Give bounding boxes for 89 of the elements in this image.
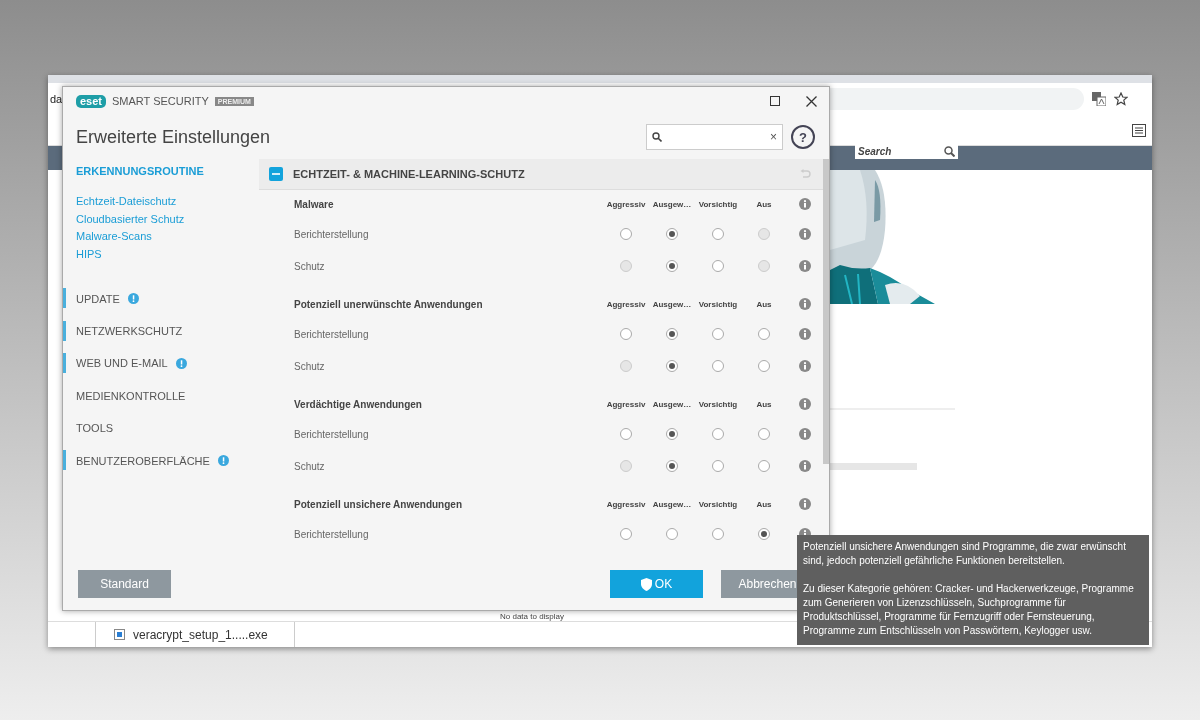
column-header: Ausgew… [652, 199, 692, 209]
group-title: Potenziell unerwünschte Anwendungen [294, 298, 483, 310]
maximize-icon[interactable] [770, 96, 780, 106]
info-icon[interactable] [799, 298, 811, 310]
sidebar-item[interactable]: WEB UND E-MAIL [76, 357, 168, 370]
column-header: Aggressiv [606, 299, 646, 309]
setting-label: Berichterstellung [294, 227, 370, 242]
radio-button[interactable] [666, 460, 678, 472]
status-text: No data to display [500, 612, 565, 621]
column-header: Aus [756, 399, 772, 409]
radio-button[interactable] [666, 328, 678, 340]
info-icon[interactable] [799, 360, 811, 372]
radio-button[interactable] [620, 228, 632, 240]
column-header: Vorsichtig [698, 199, 738, 209]
undo-icon[interactable] [800, 169, 811, 179]
sidebar-item[interactable]: UPDATE [76, 292, 120, 305]
radio-button[interactable] [712, 228, 724, 240]
info-icon[interactable] [799, 398, 811, 410]
info-icon[interactable] [799, 460, 811, 472]
radio-button[interactable] [758, 360, 770, 372]
info-icon[interactable] [799, 428, 811, 440]
radio-button[interactable] [712, 460, 724, 472]
radio-button[interactable] [712, 428, 724, 440]
group-title: Verdächtige Anwendungen [294, 398, 422, 410]
column-header: Ausgew… [652, 499, 692, 509]
column-header: Vorsichtig [698, 299, 738, 309]
column-header: Vorsichtig [698, 399, 738, 409]
help-button[interactable]: ? [791, 125, 815, 149]
dialog-title: Erweiterte Einstellungen [76, 126, 272, 148]
group-title: Potenziell unsichere Anwendungen [294, 498, 462, 510]
translate-icon[interactable] [1092, 92, 1106, 106]
file-icon [114, 629, 125, 640]
radio-button[interactable] [620, 528, 632, 540]
group-title: Malware [294, 198, 334, 210]
setting-label: Schutz [294, 259, 326, 274]
section-title: ECHTZEIT- & MACHINE-LEARNING-SCHUTZ [293, 168, 526, 180]
radio-button[interactable] [758, 428, 770, 440]
column-header: Aus [756, 299, 772, 309]
column-header: Aus [756, 499, 772, 509]
radio-button[interactable] [758, 460, 770, 472]
search-field[interactable]: × [646, 124, 783, 150]
radio-button[interactable] [620, 328, 632, 340]
setting-label: Schutz [294, 359, 326, 374]
radio-button[interactable] [712, 260, 724, 272]
sidebar-item[interactable]: BENUTZEROBERFLÄCHE [76, 454, 210, 467]
radio-button[interactable] [666, 228, 678, 240]
setting-label: Berichterstellung [294, 427, 370, 442]
brand-logo: eset [76, 94, 107, 108]
radio-button[interactable] [712, 528, 724, 540]
radio-button[interactable] [712, 360, 724, 372]
info-icon[interactable] [799, 198, 811, 210]
info-icon[interactable] [799, 498, 811, 510]
radio-button[interactable] [758, 328, 770, 340]
download-item[interactable]: veracrypt_setup_1.....exe [95, 622, 295, 647]
radio-button[interactable] [758, 528, 770, 540]
close-icon[interactable] [806, 95, 817, 107]
search-field[interactable]: Search [855, 143, 958, 159]
sidebar-item[interactable]: TOOLS [76, 422, 114, 435]
column-header: Ausgew… [652, 399, 692, 409]
sidebar-item[interactable]: MEDIENKONTROLLE [76, 389, 186, 402]
column-header: Vorsichtig [698, 499, 738, 509]
info-icon[interactable] [799, 228, 811, 240]
radio-button[interactable] [620, 428, 632, 440]
scrollbar-thumb[interactable] [823, 159, 829, 464]
column-header: Aggressiv [606, 499, 646, 509]
radio-button[interactable] [712, 328, 724, 340]
star-icon[interactable] [1114, 92, 1128, 106]
sidebar-item[interactable]: NETZWERKSCHUTZ [76, 324, 183, 337]
collapse-icon[interactable] [269, 167, 283, 181]
radio-button[interactable] [666, 360, 678, 372]
column-header: Ausgew… [652, 299, 692, 309]
shield-icon [640, 577, 652, 591]
info-icon[interactable] [799, 328, 811, 340]
search-icon [944, 145, 955, 157]
info-icon[interactable] [799, 260, 811, 272]
column-header: Aggressiv [606, 399, 646, 409]
list-icon[interactable] [1132, 123, 1146, 137]
column-header: Aggressiv [606, 199, 646, 209]
radio-button[interactable] [666, 428, 678, 440]
tooltip-text: Potenziell unsichere Anwendungen sind Programme, die zwar erwünscht sind, jedoch potenziell gefährliche Funktionen bereitstellen. [803, 540, 1127, 568]
radio-button[interactable] [666, 260, 678, 272]
page-text: da [50, 93, 63, 105]
column-header: Aus [756, 199, 772, 209]
setting-label: Berichterstellung [294, 327, 370, 342]
product-name: SMART SECURITY [112, 95, 209, 107]
setting-label: Berichterstellung [294, 527, 370, 542]
search-icon [652, 132, 662, 142]
radio-button[interactable] [666, 528, 678, 540]
setting-label: Schutz [294, 459, 326, 474]
